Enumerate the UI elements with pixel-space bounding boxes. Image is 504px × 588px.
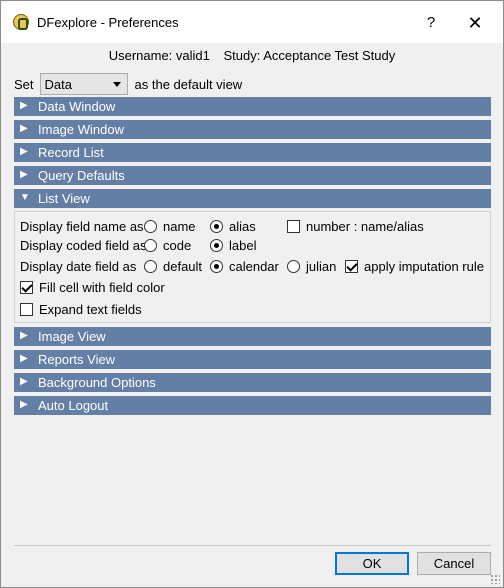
footer-divider <box>14 545 491 546</box>
section-image-view[interactable]: ▶ Image View <box>14 327 491 346</box>
date-field-row: Display date field as default calendar j… <box>20 257 484 275</box>
user-study-info: Username: valid1 Study: Acceptance Test … <box>1 48 503 63</box>
checkbox-label: apply imputation rule <box>364 258 484 274</box>
radio-label: name <box>163 218 196 234</box>
checkbox-label: Fill cell with field color <box>39 279 165 295</box>
list-view-panel: Display field name as name alias number … <box>14 211 491 323</box>
resize-grip-icon[interactable] <box>490 574 500 584</box>
preferences-dialog: DFexplore - Preferences ? ✕ Username: va… <box>0 0 504 588</box>
checkbox-expand-text[interactable]: Expand text fields <box>20 302 142 317</box>
username-label: Username: valid1 <box>108 48 210 63</box>
title-bar[interactable]: DFexplore - Preferences ? ✕ <box>1 1 503 43</box>
section-query-defaults[interactable]: ▶ Query Defaults <box>14 166 491 185</box>
radio-button[interactable] <box>210 238 223 252</box>
expand-arrow-icon: ▶ <box>20 100 28 111</box>
expand-arrow-icon: ▶ <box>20 330 28 341</box>
coded-field-row: Display coded field as code label <box>20 236 256 254</box>
radio-label: label <box>229 237 257 253</box>
window-title: DFexplore - Preferences <box>37 15 179 30</box>
expand-text-row: Expand text fields <box>20 300 142 318</box>
section-list-view[interactable]: ▼ List View <box>14 189 491 208</box>
section-label: List View <box>38 191 90 206</box>
default-view-value: Data <box>44 77 72 92</box>
default-view-suffix: as the default view <box>134 76 243 92</box>
section-background-options[interactable]: ▶ Background Options <box>14 373 491 392</box>
checkbox[interactable] <box>345 259 358 273</box>
checkbox-number-name-alias[interactable]: number : name/alias <box>287 219 424 234</box>
field-name-label: Display field name as <box>20 218 144 234</box>
section-label: Reports View <box>38 352 116 367</box>
help-button[interactable]: ? <box>411 9 451 37</box>
date-field-label: Display date field as <box>20 258 137 274</box>
section-auto-logout[interactable]: ▶ Auto Logout <box>14 396 491 415</box>
radio-date-julian[interactable]: julian <box>287 259 345 274</box>
expand-arrow-icon: ▶ <box>20 399 28 410</box>
radio-button[interactable] <box>144 259 157 273</box>
checkbox[interactable] <box>287 219 300 233</box>
dfexplore-app-icon <box>13 14 29 30</box>
expand-arrow-icon: ▶ <box>20 353 28 364</box>
section-label: Data Window <box>38 99 116 114</box>
collapse-arrow-icon: ▼ <box>20 192 30 203</box>
set-label: Set <box>14 76 34 92</box>
section-label: Image View <box>38 329 106 344</box>
radio-coded-label[interactable]: label <box>210 238 256 253</box>
radio-button[interactable] <box>287 259 300 273</box>
section-data-window[interactable]: ▶ Data Window <box>14 97 491 116</box>
radio-field-name-name[interactable]: name <box>144 219 210 234</box>
checkbox-label: number : name/alias <box>306 218 424 234</box>
ok-button[interactable]: OK <box>335 552 409 575</box>
fill-cell-row: Fill cell with field color <box>20 278 165 296</box>
expand-arrow-icon: ▶ <box>20 146 28 157</box>
radio-button[interactable] <box>210 219 223 233</box>
radio-field-name-alias[interactable]: alias <box>210 219 287 234</box>
chevron-down-icon <box>112 82 121 87</box>
expand-arrow-icon: ▶ <box>20 376 28 387</box>
cancel-button[interactable]: Cancel <box>417 552 491 575</box>
radio-label: default <box>163 258 203 274</box>
section-reports-view[interactable]: ▶ Reports View <box>14 350 491 369</box>
default-view-row: Set Data as the default view <box>14 73 242 95</box>
checkbox[interactable] <box>20 280 33 294</box>
radio-label: alias <box>229 218 256 234</box>
radio-date-calendar[interactable]: calendar <box>210 259 287 274</box>
checkbox[interactable] <box>20 302 33 316</box>
radio-label: code <box>163 237 192 253</box>
checkbox-fill-cell[interactable]: Fill cell with field color <box>20 280 165 295</box>
section-label: Record List <box>38 145 104 160</box>
default-view-select[interactable]: Data <box>39 73 128 95</box>
checkbox-apply-imputation[interactable]: apply imputation rule <box>345 259 484 274</box>
section-image-window[interactable]: ▶ Image Window <box>14 120 491 139</box>
radio-label: julian <box>306 258 337 274</box>
section-record-list[interactable]: ▶ Record List <box>14 143 491 162</box>
checkbox-label: Expand text fields <box>39 301 142 317</box>
expand-arrow-icon: ▶ <box>20 123 28 134</box>
radio-date-default[interactable]: default <box>144 259 210 274</box>
section-label: Background Options <box>38 375 156 390</box>
radio-button[interactable] <box>144 238 157 252</box>
section-label: Query Defaults <box>38 168 125 183</box>
coded-field-label: Display coded field as <box>20 237 147 253</box>
field-name-row: Display field name as name alias number … <box>20 217 424 235</box>
radio-coded-code[interactable]: code <box>144 238 210 253</box>
study-label: Study: Acceptance Test Study <box>223 48 396 63</box>
radio-button[interactable] <box>210 259 223 273</box>
close-button[interactable]: ✕ <box>455 9 495 37</box>
section-label: Auto Logout <box>38 398 109 413</box>
section-label: Image Window <box>38 122 124 137</box>
radio-label: calendar <box>229 258 279 274</box>
expand-arrow-icon: ▶ <box>20 169 28 180</box>
radio-button[interactable] <box>144 219 157 233</box>
